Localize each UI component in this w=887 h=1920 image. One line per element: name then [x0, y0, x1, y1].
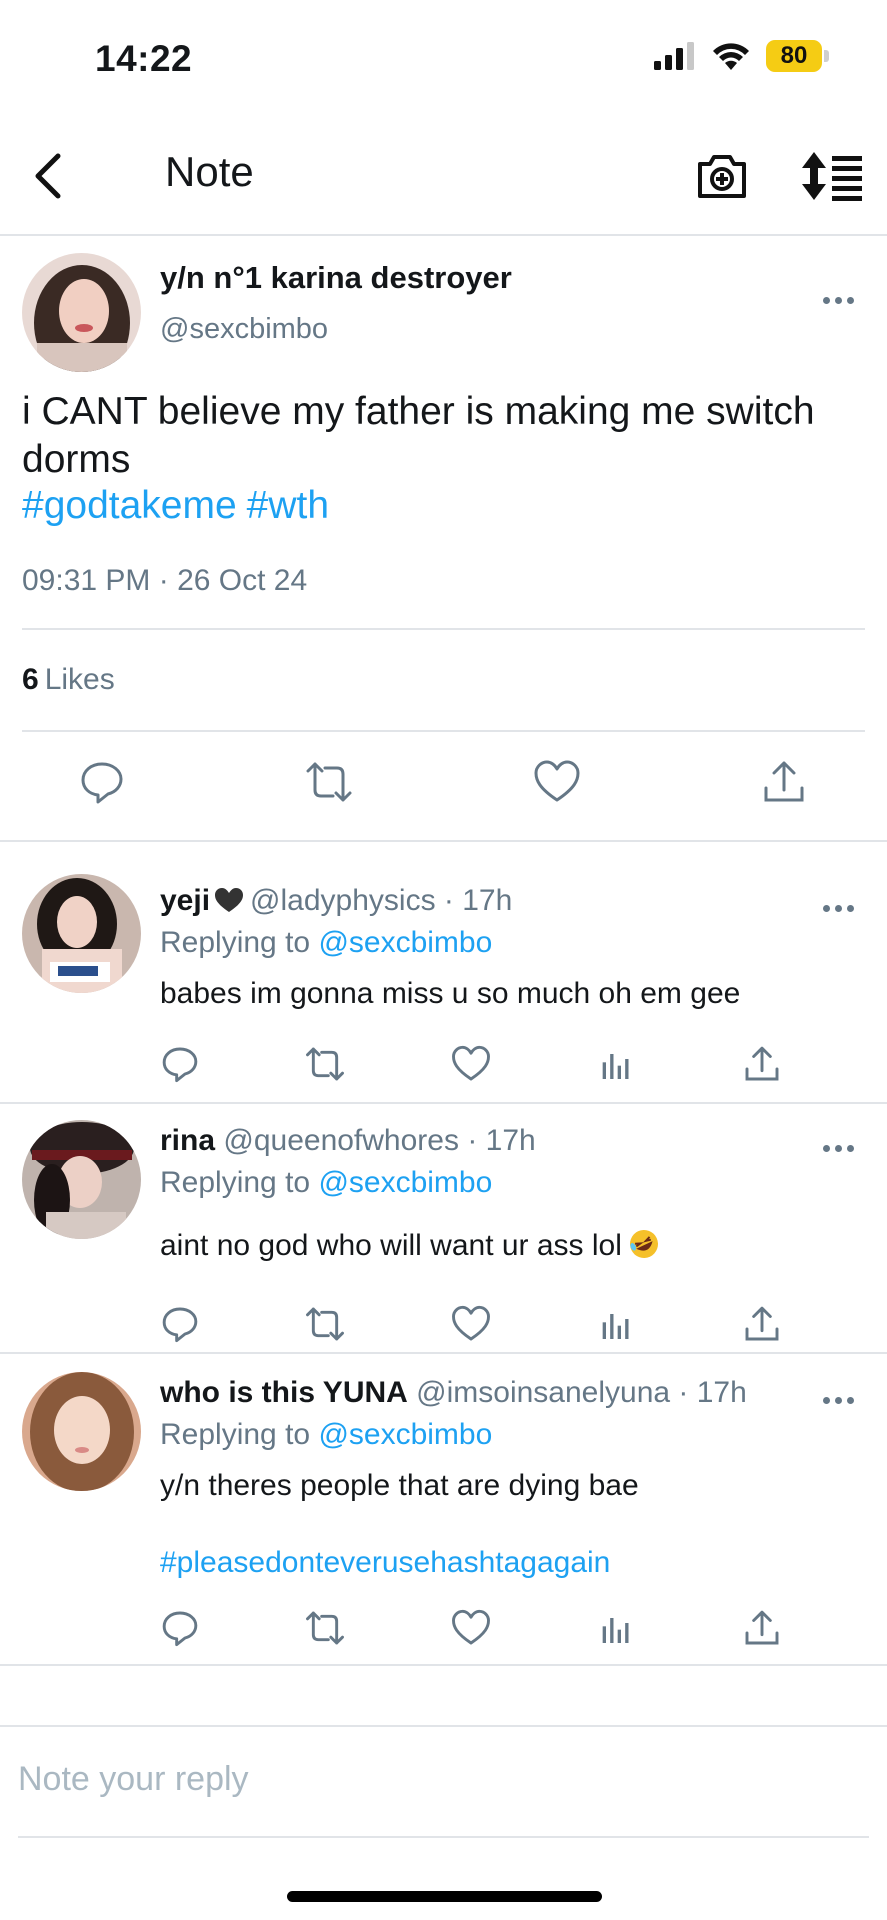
- reply-handle[interactable]: @ladyphysics: [250, 884, 436, 917]
- reply-age: · 17h: [443, 884, 513, 917]
- avatar[interactable]: [22, 1120, 141, 1239]
- more-icon[interactable]: [818, 1390, 858, 1410]
- reply-icon[interactable]: [160, 1304, 200, 1344]
- signal-icon: [654, 42, 694, 70]
- display-name[interactable]: y/n n°1 karina destroyer: [160, 260, 512, 296]
- reply-handle[interactable]: @imsoinsanelyuna: [416, 1376, 670, 1409]
- avatar[interactable]: [22, 874, 141, 993]
- reply-icon[interactable]: [160, 1608, 200, 1648]
- user-handle[interactable]: @sexcbimbo: [160, 313, 328, 346]
- share-icon[interactable]: [742, 1608, 782, 1648]
- post-text: i CANT believe my father is making me sw…: [22, 390, 815, 481]
- more-icon[interactable]: [818, 1138, 858, 1158]
- analytics-icon[interactable]: [596, 1044, 636, 1084]
- hashtag-link[interactable]: #godtakeme: [22, 484, 237, 527]
- hashtag-link[interactable]: #pleasedonteverusehashtagagain: [160, 1546, 610, 1580]
- reply-handle[interactable]: @queenofwhores: [223, 1124, 459, 1157]
- retweet-icon[interactable]: [305, 1044, 345, 1084]
- reply-composer: [0, 1725, 887, 1838]
- more-icon[interactable]: [818, 290, 858, 310]
- black-heart-icon: [215, 888, 244, 912]
- like-icon[interactable]: [451, 1304, 491, 1344]
- reply-header: who is this YUNA @imsoinsanelyuna · 17h: [160, 1376, 747, 1410]
- battery-icon: 80: [766, 40, 829, 72]
- status-icons: 80: [652, 40, 829, 72]
- replying-prefix: Replying to: [160, 1418, 311, 1451]
- reply-actions: [0, 1304, 887, 1348]
- wifi-icon: [713, 43, 749, 70]
- reply-item[interactable]: yeji @ladyphysics · 17h Replying to @sexc…: [0, 844, 887, 1104]
- replying-to: Replying to @sexcbimbo: [160, 1166, 492, 1200]
- likes-number: 6: [22, 663, 39, 696]
- likes-count[interactable]: 6 Likes: [22, 663, 115, 697]
- reply-name[interactable]: who is this YUNA: [160, 1376, 408, 1409]
- divider: [22, 628, 865, 630]
- post-timestamp: 09:31 PM · 26 Oct 24: [22, 564, 308, 597]
- reply-icon[interactable]: [78, 758, 126, 806]
- more-icon[interactable]: [818, 898, 858, 918]
- reply-name[interactable]: yeji: [160, 884, 210, 917]
- page-title: Note: [165, 148, 254, 195]
- reply-text: y/n theres people that are dying bae: [160, 1469, 639, 1502]
- home-indicator[interactable]: [287, 1891, 602, 1902]
- replying-to-link[interactable]: @sexcbimbo: [318, 926, 492, 959]
- reply-item[interactable]: who is this YUNA @imsoinsanelyuna · 17h …: [0, 1354, 887, 1666]
- share-icon[interactable]: [742, 1304, 782, 1344]
- replying-to-link[interactable]: @sexcbimbo: [318, 1166, 492, 1199]
- reply-age: · 17h: [678, 1376, 747, 1409]
- divider: [18, 1836, 869, 1838]
- rolling-on-floor-laughing-emoji: [629, 1230, 658, 1258]
- retweet-icon[interactable]: [305, 758, 353, 806]
- post-actions: [0, 758, 887, 818]
- share-icon[interactable]: [742, 1044, 782, 1084]
- reply-age: · 17h: [467, 1124, 536, 1157]
- like-icon[interactable]: [451, 1608, 491, 1648]
- replying-to: Replying to @sexcbimbo: [160, 1418, 492, 1452]
- nav-bar: Note: [0, 118, 887, 236]
- retweet-icon[interactable]: [305, 1608, 345, 1648]
- reply-name[interactable]: rina: [160, 1124, 215, 1157]
- avatar[interactable]: [22, 253, 141, 372]
- analytics-icon[interactable]: [596, 1608, 636, 1648]
- back-chevron-icon[interactable]: [30, 148, 70, 204]
- battery-level: 80: [766, 40, 822, 72]
- post-hashtags: #godtakeme #wth: [22, 484, 339, 528]
- status-time: 14:22: [95, 38, 193, 79]
- reply-text-row: aint no god who will want ur ass lol: [160, 1228, 660, 1263]
- replying-prefix: Replying to: [160, 1166, 311, 1199]
- retweet-icon[interactable]: [305, 1304, 345, 1344]
- camera-add-icon[interactable]: [694, 148, 750, 204]
- reply-actions: [0, 1044, 887, 1088]
- avatar[interactable]: [22, 1372, 141, 1491]
- reply-text: babes im gonna miss u so much oh em gee: [160, 977, 741, 1010]
- replying-to: Replying to @sexcbimbo: [160, 926, 492, 960]
- analytics-icon[interactable]: [596, 1304, 636, 1344]
- divider: [22, 730, 865, 732]
- reply-header: yeji @ladyphysics · 17h: [160, 884, 512, 918]
- share-icon[interactable]: [760, 758, 808, 806]
- reply-actions: [0, 1608, 887, 1652]
- reply-input[interactable]: [18, 1749, 868, 1809]
- reply-header: rina @queenofwhores · 17h: [160, 1124, 536, 1158]
- replying-prefix: Replying to: [160, 926, 311, 959]
- main-post: y/n n°1 karina destroyer @sexcbimbo i CA…: [0, 238, 887, 842]
- reply-text: aint no god who will want ur ass lol: [160, 1229, 622, 1262]
- likes-label: Likes: [44, 663, 115, 696]
- like-icon[interactable]: [451, 1044, 491, 1084]
- reply-item[interactable]: rina @queenofwhores · 17h Replying to @s…: [0, 1104, 887, 1354]
- replying-to-link[interactable]: @sexcbimbo: [318, 1418, 492, 1451]
- battery-cap: [824, 50, 829, 62]
- reply-icon[interactable]: [160, 1044, 200, 1084]
- hashtag-link[interactable]: #wth: [247, 484, 329, 527]
- like-icon[interactable]: [533, 758, 581, 806]
- status-bar: 14:22 80: [0, 0, 887, 110]
- sort-icon[interactable]: [800, 148, 864, 204]
